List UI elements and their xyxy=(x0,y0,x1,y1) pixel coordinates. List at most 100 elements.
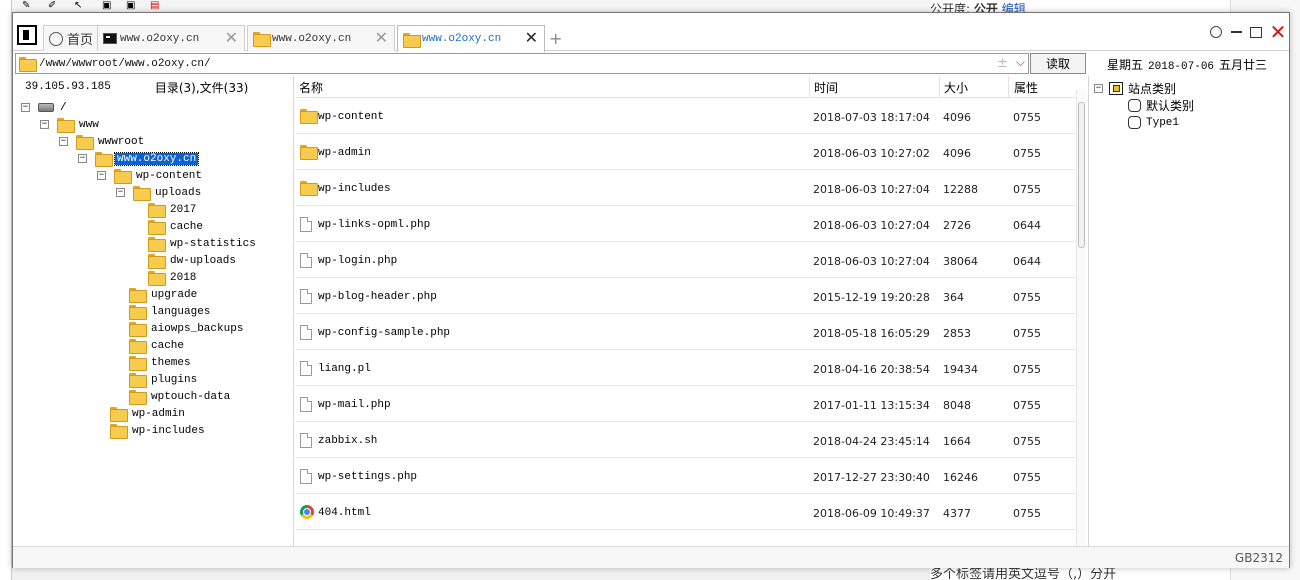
tree-node[interactable]: − wwwroot xyxy=(59,133,146,150)
scrollbar-thumb[interactable] xyxy=(1078,102,1085,248)
file-permissions: 0755 xyxy=(1013,147,1041,160)
visibility-edit-link[interactable]: 编辑 xyxy=(1002,2,1026,12)
close-tab-icon[interactable]: ✕ xyxy=(375,29,388,47)
collapse-icon[interactable]: − xyxy=(59,137,68,146)
category-item[interactable]: 默认类别 xyxy=(1128,97,1194,114)
category-label: Type1 xyxy=(1146,116,1180,129)
file-list-scrollbar[interactable] xyxy=(1076,90,1086,546)
file-row[interactable]: wp-login.php 2018-06-03 10:27:04 38064 0644 xyxy=(295,242,1075,278)
visibility-label: 公开度: xyxy=(930,2,971,12)
category-label: 默认类别 xyxy=(1146,99,1195,113)
column-size[interactable]: 大小 xyxy=(944,79,968,96)
tree-node-label: languages xyxy=(151,305,211,318)
column-divider[interactable] xyxy=(939,76,940,98)
collapse-icon[interactable]: − xyxy=(40,120,49,129)
tree-node[interactable]: plugins xyxy=(129,371,199,388)
bookmark-toggle-icon[interactable]: ± xyxy=(997,56,1008,71)
site-category-icon xyxy=(1109,82,1123,95)
column-attributes[interactable]: 属性 xyxy=(1014,79,1038,96)
tree-node[interactable]: dw-uploads xyxy=(148,252,238,269)
column-divider[interactable] xyxy=(1008,76,1009,98)
path-input[interactable]: /www/wwwroot/www.o2oxy.cn/ ± ⌵ xyxy=(15,53,1029,74)
tree-node[interactable]: wptouch-data xyxy=(129,388,232,405)
tree-node[interactable]: − / xyxy=(21,99,69,116)
close-tab-icon[interactable]: ✕ xyxy=(225,29,238,47)
folder-icon xyxy=(57,118,75,133)
folder-icon xyxy=(95,152,113,167)
file-list-header: 名称 时间 大小 属性 xyxy=(295,76,1075,98)
tree-node[interactable]: cache xyxy=(148,218,205,235)
file-icon xyxy=(300,469,312,484)
file-size: 4377 xyxy=(943,507,971,520)
tree-node[interactable]: wp-statistics xyxy=(148,235,258,252)
tab-label: 首页 xyxy=(67,33,94,48)
lunar-date: 五月廿三 xyxy=(1219,58,1268,72)
file-row[interactable]: wp-blog-header.php 2015-12-19 19:20:28 364… xyxy=(295,278,1075,314)
tree-node[interactable]: upgrade xyxy=(129,286,199,303)
file-row[interactable]: 404.html 2018-06-09 10:49:37 4377 0755 xyxy=(295,494,1075,530)
file-row[interactable]: wp-links-opml.php 2018-06-03 10:27:04 2726… xyxy=(295,206,1075,242)
collapse-icon[interactable]: − xyxy=(78,154,87,163)
file-icon xyxy=(300,361,312,376)
file-row[interactable]: wp-config-sample.php 2018-05-18 16:05:29 2… xyxy=(295,314,1075,350)
add-tab-button[interactable]: + xyxy=(549,29,562,48)
file-permissions: 0755 xyxy=(1013,471,1041,484)
file-name: wp-settings.php xyxy=(318,471,418,483)
file-permissions: 0644 xyxy=(1013,255,1041,268)
tree-node[interactable]: − www xyxy=(40,116,101,133)
menu-circle-icon[interactable] xyxy=(1207,23,1225,41)
tab-files-active[interactable]: www.o2oxy.cn ✕ xyxy=(397,25,545,52)
edit-icon: ✐ xyxy=(48,0,57,11)
category-icon xyxy=(1128,99,1141,112)
collapse-icon[interactable]: − xyxy=(97,171,106,180)
folder-icon xyxy=(129,390,147,405)
tree-node[interactable]: − wp-content xyxy=(97,167,204,184)
file-name: 404.html xyxy=(318,507,371,519)
column-name[interactable]: 名称 xyxy=(299,79,323,96)
close-window-button[interactable]: ✕ xyxy=(1269,22,1287,42)
file-row[interactable]: wp-mail.php 2017-01-11 13:15:34 8048 0755 xyxy=(295,386,1075,422)
file-row[interactable]: liang.pl 2018-04-16 20:38:54 19434 0755 xyxy=(295,350,1075,386)
file-time: 2015-12-19 19:20:28 xyxy=(813,291,930,304)
read-button[interactable]: 读取 xyxy=(1030,53,1086,74)
file-row-partial[interactable] xyxy=(295,530,1075,546)
tree-node[interactable]: cache xyxy=(129,337,186,354)
column-time[interactable]: 时间 xyxy=(814,79,838,96)
tree-node-label: / xyxy=(60,101,67,114)
file-permissions: 0755 xyxy=(1013,291,1041,304)
tree-node[interactable]: 2017 xyxy=(148,201,198,218)
tree-node[interactable]: 2018 xyxy=(148,269,198,286)
file-permissions: 0755 xyxy=(1013,363,1041,376)
file-row[interactable]: wp-content 2018-07-03 18:17:04 4096 0755 xyxy=(295,98,1075,134)
tree-node[interactable]: themes xyxy=(129,354,193,371)
file-row[interactable]: wp-admin 2018-06-03 10:27:02 4096 0755 xyxy=(295,134,1075,170)
tree-node[interactable]: aiowps_backups xyxy=(129,320,245,337)
encoding-indicator[interactable]: GB2312 xyxy=(1235,551,1283,565)
category-root[interactable]: − 站点类别 xyxy=(1094,80,1176,97)
category-item[interactable]: Type1 xyxy=(1128,114,1179,131)
collapse-icon[interactable]: − xyxy=(116,188,125,197)
collapse-icon[interactable]: − xyxy=(21,103,30,112)
tree-node[interactable]: wp-admin xyxy=(110,405,187,422)
tree-node[interactable]: languages xyxy=(129,303,212,320)
tab-files-1[interactable]: www.o2oxy.cn ✕ xyxy=(247,25,395,51)
column-divider[interactable] xyxy=(809,76,810,98)
chevron-down-icon[interactable]: ⌵ xyxy=(1016,55,1025,70)
folder-icon xyxy=(19,57,37,72)
maximize-button[interactable] xyxy=(1247,23,1265,41)
tree-node-label: dw-uploads xyxy=(170,254,237,267)
close-tab-icon[interactable]: ✕ xyxy=(525,29,538,47)
file-icon xyxy=(300,289,312,304)
tree-node[interactable]: − www.o2oxy.cn xyxy=(78,150,200,167)
tree-node-label: uploads xyxy=(155,186,202,199)
file-row[interactable]: zabbix.sh 2018-04-24 23:45:14 1664 0755 xyxy=(295,422,1075,458)
file-row[interactable]: wp-settings.php 2017-12-27 23:30:40 16246 0… xyxy=(295,458,1075,494)
file-manager-window: 首页 www.o2oxy.cn ✕ www.o2oxy.cn ✕ www.o2o… xyxy=(12,12,1290,568)
tab-label: www.o2oxy.cn xyxy=(120,32,200,45)
tree-node[interactable]: wp-includes xyxy=(110,422,207,439)
collapse-icon[interactable]: − xyxy=(1094,84,1103,93)
minimize-button[interactable] xyxy=(1227,23,1245,41)
tab-terminal[interactable]: www.o2oxy.cn ✕ xyxy=(97,25,245,51)
tree-node[interactable]: − uploads xyxy=(116,184,203,201)
file-row[interactable]: wp-includes 2018-06-03 10:27:04 12288 0755 xyxy=(295,170,1075,206)
